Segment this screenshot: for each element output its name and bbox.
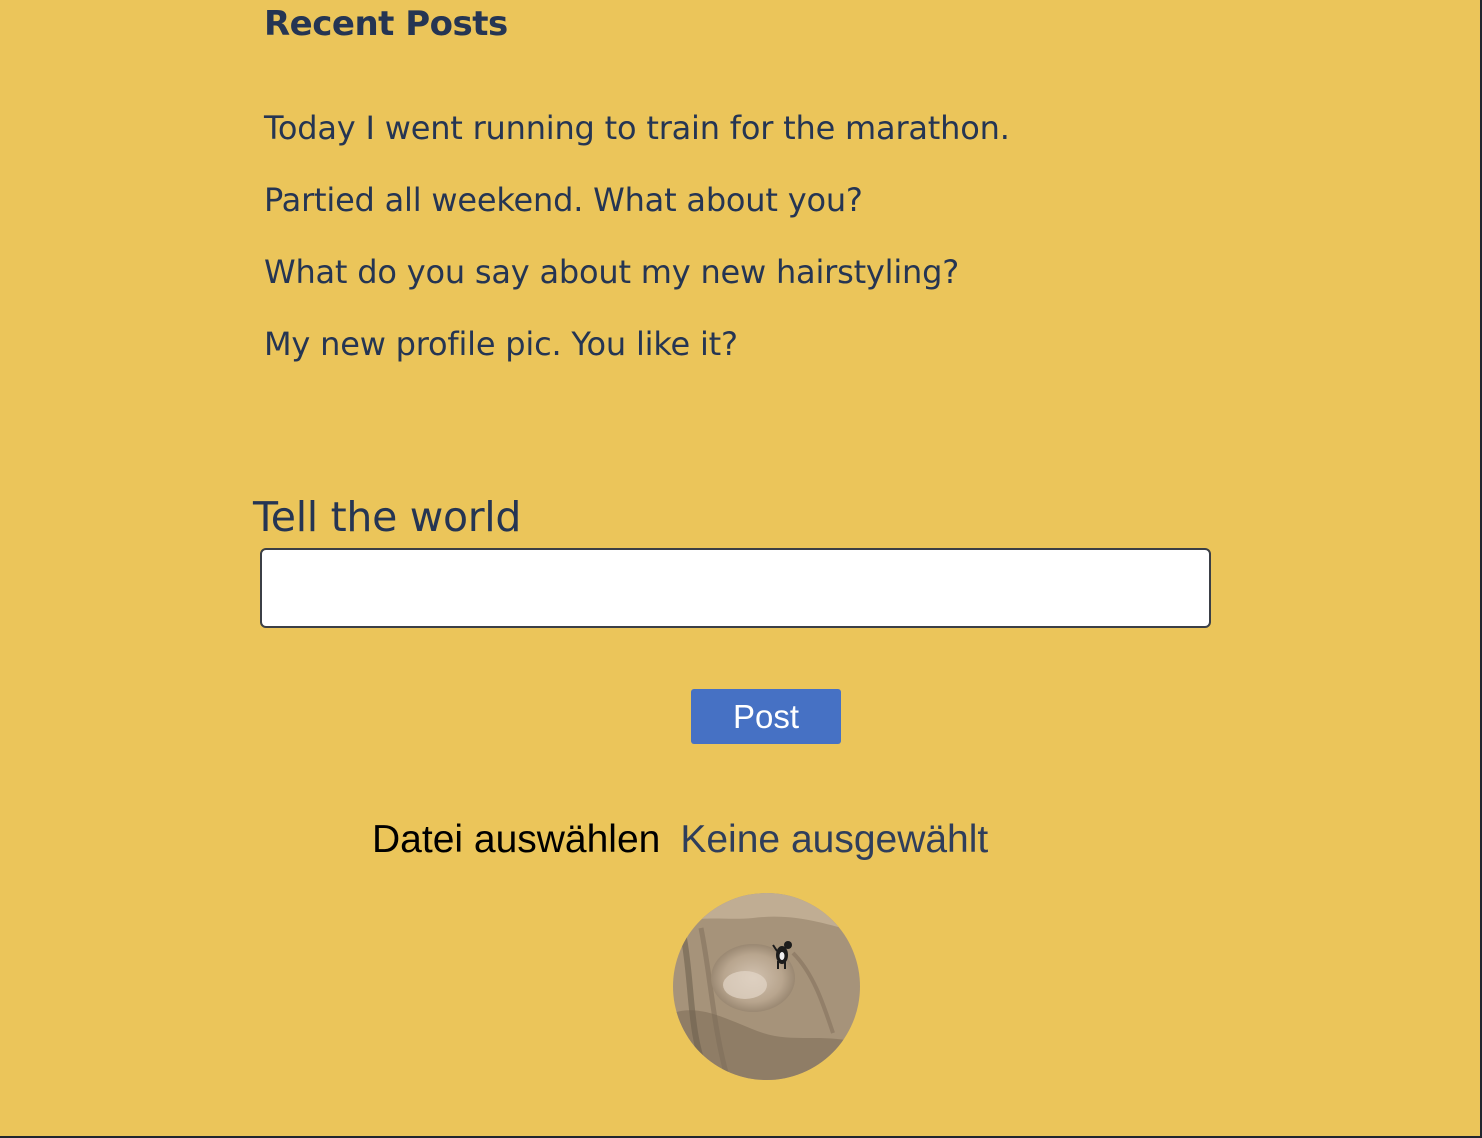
recent-posts-heading: Recent Posts <box>264 4 508 44</box>
post-item: Today I went running to train for the ma… <box>264 109 1010 147</box>
post-item: What do you say about my new hairstyling… <box>264 253 960 291</box>
post-button[interactable]: Post <box>691 689 841 744</box>
file-upload-control[interactable]: Datei auswählen Keine ausgewählt <box>372 818 988 862</box>
post-text-input[interactable] <box>260 548 1211 628</box>
choose-file-button[interactable]: Datei auswählen <box>372 818 660 861</box>
recent-posts-list: Today I went running to train for the ma… <box>264 108 1010 396</box>
post-item: My new profile pic. You like it? <box>264 325 738 363</box>
file-status-text: Keine ausgewählt <box>680 818 989 861</box>
profile-picture <box>673 893 860 1080</box>
post-item: Partied all weekend. What about you? <box>264 181 863 219</box>
compose-label: Tell the world <box>253 493 522 541</box>
profile-picture-image <box>673 893 860 1080</box>
